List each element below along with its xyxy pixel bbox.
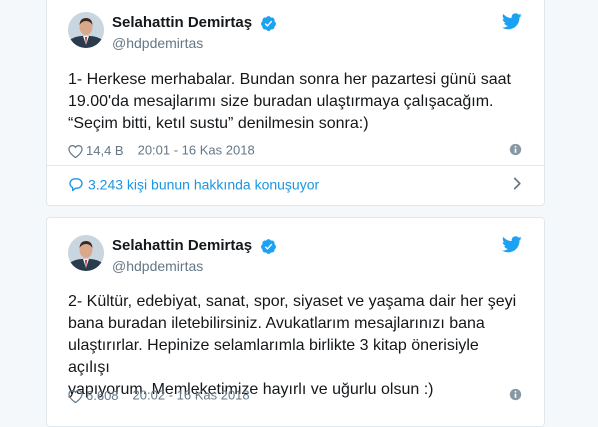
timestamp[interactable]: 20:02 - 16 Kas 2018 (133, 388, 250, 403)
author-block[interactable]: Selahattin Demirtaş @hdpdemirtas (112, 14, 277, 52)
like-count[interactable]: 6.608 (86, 388, 119, 403)
timestamp[interactable]: 20:01 - 16 Kas 2018 (138, 143, 255, 158)
twitter-bird-icon[interactable] (502, 13, 522, 30)
heart-icon[interactable] (68, 144, 83, 158)
like-count[interactable]: 14,4 B (86, 143, 124, 158)
tweet-text: 1- Herkese merhabalar. Bundan sonra her … (68, 69, 524, 135)
user-handle[interactable]: @hdpdemirtas (112, 257, 277, 275)
avatar[interactable] (68, 12, 104, 48)
twitter-bird-icon[interactable] (502, 236, 522, 253)
chevron-right-icon[interactable] (513, 177, 522, 190)
tweet-text-line: 1- Herkese merhabalar. Bundan sonra her … (68, 71, 511, 88)
verified-badge-icon (260, 238, 276, 254)
conversation-count[interactable]: 3.243 kişi bunun hakkında konuşuyor (88, 176, 319, 192)
display-name[interactable]: Selahattin Demirtaş (112, 237, 252, 255)
tweet-card[interactable]: Selahattin Demirtaş @hdpdemirtas 2- Kült… (46, 217, 545, 427)
author-block[interactable]: Selahattin Demirtaş @hdpdemirtas (112, 237, 277, 275)
speech-bubble-icon (69, 177, 83, 191)
user-handle[interactable]: @hdpdemirtas (112, 34, 277, 52)
avatar[interactable] (68, 235, 104, 271)
tweet-text-line: 2- Kültür, edebiyat, sanat, spor, siyase… (68, 293, 517, 310)
tweet-meta: 14,4 B 20:01 - 16 Kas 2018 (68, 141, 522, 159)
tweet-card[interactable]: Selahattin Demirtaş @hdpdemirtas 1- Herk… (46, 0, 545, 206)
tweet-text-line: bana buradan iletebilirsiniz. Avukatları… (68, 315, 485, 332)
divider (47, 165, 544, 166)
display-name[interactable]: Selahattin Demirtaş (112, 14, 252, 32)
tweet-text-line: “Seçim bitti, ketıl sustu” denilmesin so… (68, 115, 369, 132)
tweet-meta: 6.608 20:02 - 16 Kas 2018 (68, 386, 522, 404)
info-icon[interactable] (509, 143, 522, 156)
tweet-text-line: 19.00'da mesajlarımı size buradan ulaştı… (68, 93, 494, 110)
verified-badge-icon (260, 15, 276, 31)
info-icon[interactable] (509, 388, 522, 401)
tweet-text: 2- Kültür, edebiyat, sanat, spor, siyase… (68, 291, 524, 401)
tweet-text-line: ulaştırırlar. Hepinize selamlarımla birl… (68, 337, 479, 376)
conversation-link[interactable]: 3.243 kişi bunun hakkında konuşuyor (68, 173, 522, 193)
heart-icon[interactable] (68, 389, 83, 403)
